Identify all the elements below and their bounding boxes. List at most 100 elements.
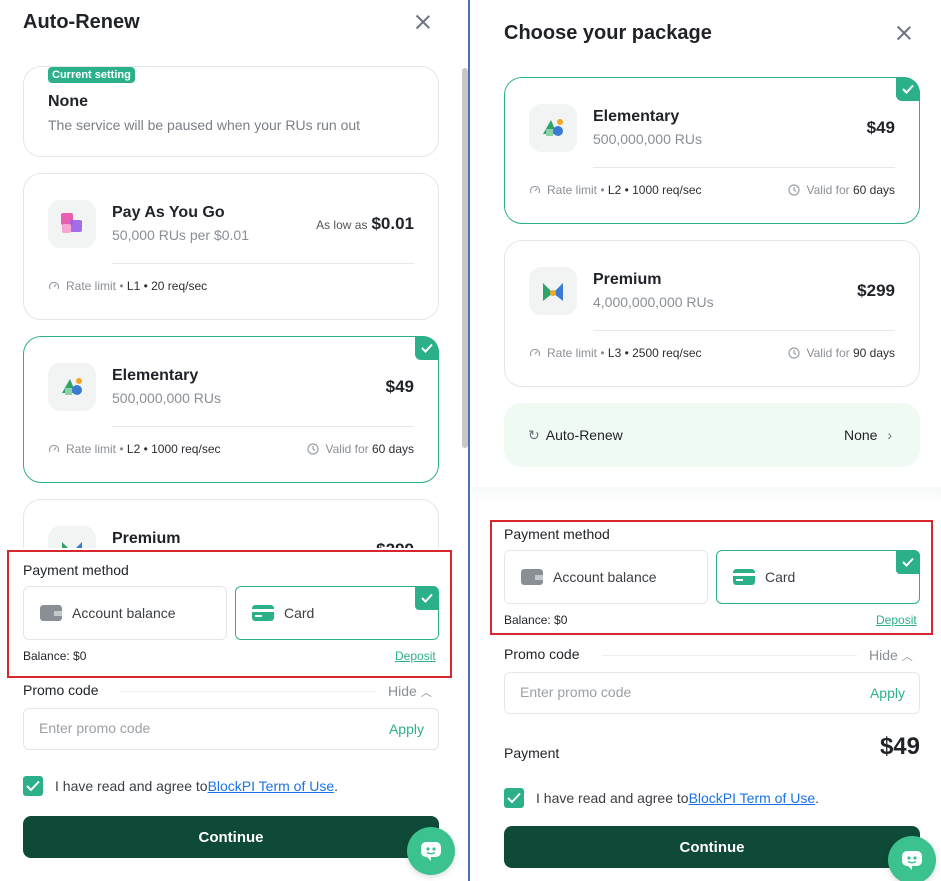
none-option-subtitle: The service will be paused when your RUs… (48, 117, 361, 133)
continue-button[interactable]: Continue (504, 826, 920, 868)
valid-value: 60 days (371, 442, 414, 456)
terms-agreement: I have read and agree to BlockPI Term of… (504, 788, 819, 808)
payment-total-amount: $49 (879, 733, 920, 760)
auto-renew-panel: Auto-Renew Current setting None The serv… (0, 0, 470, 881)
chevron-right-icon: › (887, 427, 892, 443)
chevron-up-icon: ︿ (901, 651, 913, 663)
clock-icon (788, 184, 801, 196)
package-subtitle: 500,000,000 RUs (593, 131, 702, 147)
package-subtitle: 4,000,000,000 RUs (593, 294, 714, 310)
package-price: $49 (866, 118, 895, 137)
option-label: Card (284, 605, 315, 621)
rate-limit-label: Rate limit (547, 183, 598, 197)
valid-label: Valid for (325, 442, 369, 456)
none-option-card[interactable]: Current setting None The service will be… (23, 66, 439, 157)
terms-agreement: I have read and agree to BlockPI Term of… (23, 776, 338, 796)
wallet-icon (40, 605, 62, 621)
card-icon (252, 605, 274, 621)
package-name: Premium (112, 530, 181, 547)
check-icon (415, 586, 439, 610)
card-icon (733, 569, 755, 585)
clock-icon (307, 443, 320, 455)
apply-button[interactable]: Apply (389, 721, 424, 737)
terms-text: I have read and agree to (55, 778, 208, 794)
check-icon (896, 550, 920, 574)
deposit-link[interactable]: Deposit (876, 613, 917, 627)
package-card-elementary[interactable]: Elementary 500,000,000 RUs $49 Rate limi… (504, 77, 920, 224)
package-price: As low as $0.01 (316, 214, 414, 234)
gauge-icon (48, 281, 60, 290)
balance-text: Balance: $0 (504, 613, 568, 627)
elementary-icon (529, 104, 577, 152)
terms-checkbox[interactable] (23, 776, 43, 796)
rate-limit-label: Rate limit (547, 346, 598, 360)
balance-text: Balance: $0 (23, 649, 87, 663)
continue-button[interactable]: Continue (23, 816, 439, 858)
price-value: $0.01 (371, 214, 414, 233)
gauge-icon (529, 348, 541, 357)
divider (593, 330, 895, 331)
promo-code-label: Promo code (23, 682, 99, 698)
divider (120, 691, 375, 692)
promo-hide-toggle[interactable]: Hide ︿ (388, 683, 432, 700)
pay-as-you-go-icon (48, 200, 96, 248)
option-label: Account balance (72, 605, 176, 621)
package-name: Elementary (112, 367, 199, 384)
package-subtitle: 50,000 RUs per $0.01 (112, 227, 249, 243)
package-card-elementary[interactable]: Elementary 500,000,000 RUs $49 Rate limi… (23, 336, 439, 483)
package-card-pay-as-you-go[interactable]: Pay As You Go 50,000 RUs per $0.01 As lo… (23, 173, 439, 320)
promo-code-field[interactable]: Apply (23, 708, 439, 750)
terms-link[interactable]: BlockPI Term of Use (208, 778, 335, 794)
terms-checkbox[interactable] (504, 788, 524, 808)
premium-icon (529, 267, 577, 315)
promo-code-input[interactable] (39, 720, 339, 736)
card-option[interactable]: Card (235, 586, 439, 640)
gauge-icon (529, 185, 541, 194)
rate-limit-value: L2 • 1000 req/sec (126, 442, 221, 456)
chat-support-button[interactable] (407, 827, 455, 875)
scrollbar-thumb[interactable] (462, 68, 468, 448)
card-option[interactable]: Card (716, 550, 920, 604)
package-subtitle: 500,000,000 RUs (112, 390, 221, 406)
package-footer: Rate limit • L3 • 2500 req/sec Valid for… (529, 346, 895, 360)
valid-value: 60 days (852, 183, 895, 197)
package-footer: Rate limit • L1 • 20 req/sec (48, 279, 414, 293)
close-icon[interactable] (894, 23, 914, 43)
elementary-icon (48, 363, 96, 411)
promo-code-label: Promo code (504, 646, 580, 662)
promo-hide-toggle[interactable]: Hide ︿ (869, 647, 913, 664)
auto-renew-row[interactable]: ↻ Auto-Renew None › (504, 403, 920, 467)
rate-limit-value: L3 • 2500 req/sec (607, 346, 702, 360)
chevron-up-icon: ︿ (420, 687, 432, 699)
package-name: Elementary (593, 108, 680, 125)
panel-title: Choose your package (504, 22, 712, 44)
package-name: Pay As You Go (112, 204, 225, 221)
clock-icon (788, 347, 801, 359)
section-shadow (472, 487, 941, 507)
promo-code-input[interactable] (520, 684, 820, 700)
promo-code-field[interactable]: Apply (504, 672, 920, 714)
close-icon[interactable] (413, 12, 433, 32)
deposit-link[interactable]: Deposit (395, 649, 436, 663)
divider (112, 426, 414, 427)
account-balance-option[interactable]: Account balance (504, 550, 708, 604)
package-card-premium[interactable]: Premium 4,000,000,000 RUs $299 Rate limi… (504, 240, 920, 387)
chat-bot-icon (902, 851, 922, 870)
hide-label: Hide (388, 683, 417, 699)
price-prefix: As low as (316, 218, 368, 232)
auto-renew-value: None (843, 427, 878, 443)
account-balance-option[interactable]: Account balance (23, 586, 227, 640)
panel-title: Auto-Renew (23, 11, 140, 33)
divider (112, 263, 414, 264)
package-price: $49 (385, 377, 414, 396)
checkout-section: Payment method Account balance Card Bala… (0, 548, 468, 881)
hide-label: Hide (869, 647, 898, 663)
rate-limit-label: Rate limit (66, 279, 117, 293)
wallet-icon (521, 569, 543, 585)
payment-method-label: Payment method (504, 526, 610, 542)
choose-package-panel: Choose your package Elementary 500,000,0… (472, 0, 941, 881)
terms-link[interactable]: BlockPI Term of Use (689, 790, 816, 806)
payment-method-label: Payment method (23, 562, 129, 578)
chat-support-button[interactable] (888, 836, 936, 881)
apply-button[interactable]: Apply (870, 685, 905, 701)
